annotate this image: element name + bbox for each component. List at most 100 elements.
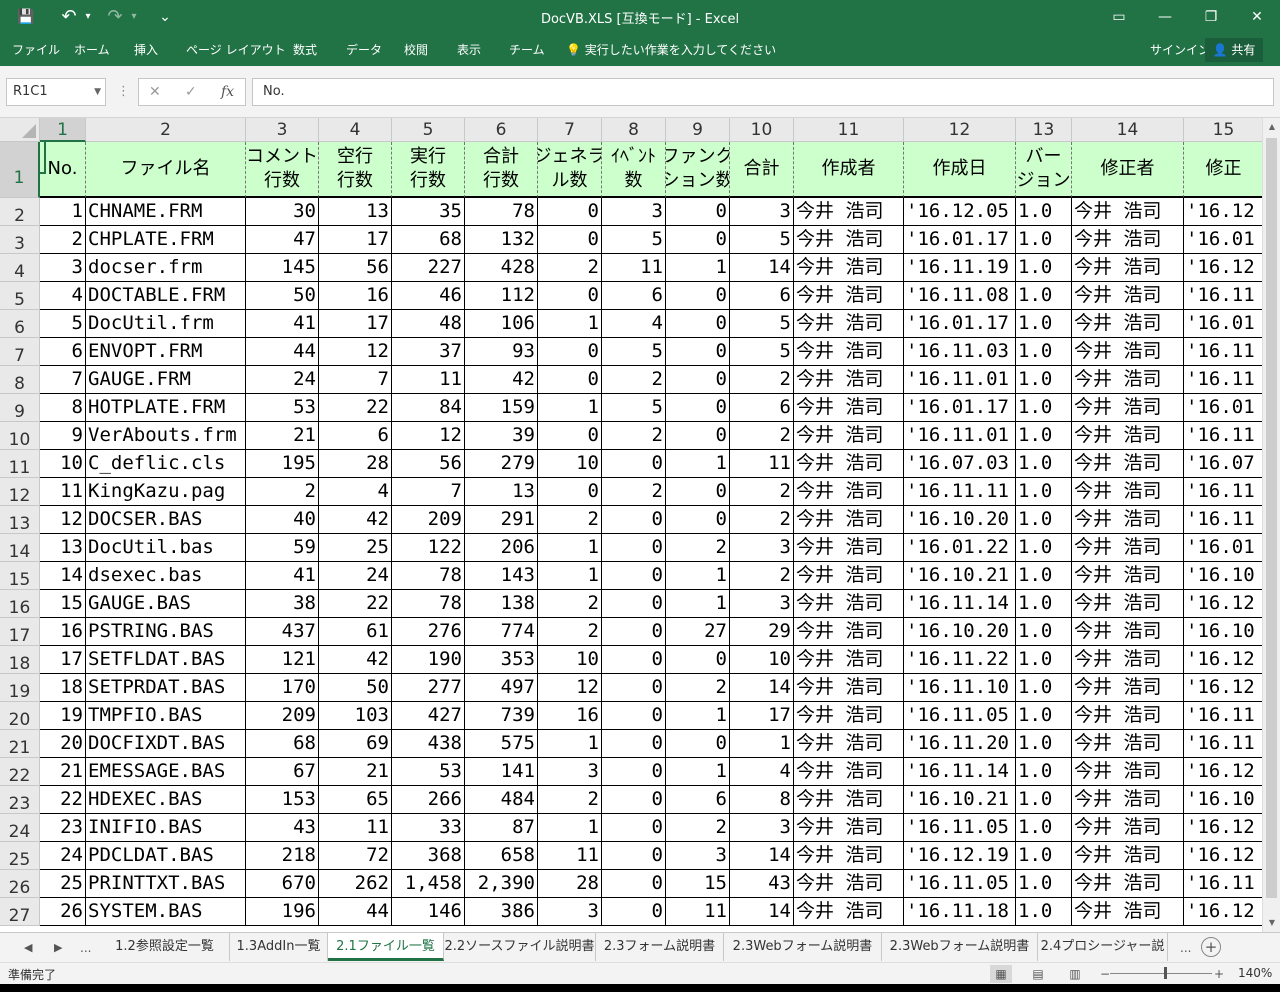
- tab-team[interactable]: チーム: [509, 40, 545, 60]
- table-cell[interactable]: 0: [538, 366, 602, 394]
- table-cell[interactable]: 2: [538, 506, 602, 534]
- table-cell[interactable]: 13: [40, 534, 86, 562]
- table-cell[interactable]: 今井 浩司: [1072, 898, 1184, 926]
- table-cell[interactable]: 56: [392, 450, 465, 478]
- table-cell[interactable]: 1.0: [1016, 254, 1072, 282]
- table-cell[interactable]: 78: [392, 562, 465, 590]
- table-cell[interactable]: 6: [319, 422, 392, 450]
- share-button[interactable]: 👤 共有: [1205, 38, 1263, 62]
- table-cell[interactable]: 今井 浩司: [794, 506, 904, 534]
- table-cell[interactable]: 今井 浩司: [794, 562, 904, 590]
- table-cell[interactable]: 53: [246, 394, 319, 422]
- header-cell[interactable]: バー ジョン: [1016, 142, 1072, 198]
- table-cell[interactable]: DocUtil.bas: [86, 534, 246, 562]
- table-cell[interactable]: 6: [730, 282, 794, 310]
- row-header[interactable]: 8: [0, 366, 40, 394]
- table-cell[interactable]: dsexec.bas: [86, 562, 246, 590]
- page-break-preview-icon[interactable]: ▥: [1064, 965, 1086, 983]
- table-cell[interactable]: 8: [730, 786, 794, 814]
- table-cell[interactable]: 5: [602, 394, 666, 422]
- table-cell[interactable]: 今井 浩司: [1072, 226, 1184, 254]
- table-cell[interactable]: 3: [730, 198, 794, 226]
- header-cell[interactable]: 作成者: [794, 142, 904, 198]
- table-cell[interactable]: 386: [465, 898, 538, 926]
- table-cell[interactable]: 50: [319, 674, 392, 702]
- table-cell[interactable]: 1: [666, 562, 730, 590]
- table-cell[interactable]: 今井 浩司: [1072, 254, 1184, 282]
- table-cell[interactable]: SETFLDAT.BAS: [86, 646, 246, 674]
- table-cell[interactable]: '16.11: [1184, 870, 1262, 898]
- column-header[interactable]: 14: [1072, 118, 1184, 142]
- column-header[interactable]: 2: [86, 118, 246, 142]
- zoom-slider-thumb[interactable]: [1164, 967, 1167, 979]
- tell-me-search[interactable]: 💡 実行したい作業を入力してください: [566, 40, 776, 60]
- table-cell[interactable]: C_deflic.cls: [86, 450, 246, 478]
- prev-sheet-icon[interactable]: ◀: [24, 938, 32, 958]
- table-cell[interactable]: 22: [319, 590, 392, 618]
- row-header[interactable]: 9: [0, 394, 40, 422]
- row-header[interactable]: 22: [0, 758, 40, 786]
- table-cell[interactable]: '16.12: [1184, 842, 1262, 870]
- table-cell[interactable]: 1: [666, 758, 730, 786]
- table-cell[interactable]: '16.10: [1184, 618, 1262, 646]
- table-cell[interactable]: 1.0: [1016, 898, 1072, 926]
- formula-input[interactable]: No.: [252, 78, 1274, 106]
- table-cell[interactable]: 1: [538, 730, 602, 758]
- table-cell[interactable]: 1.0: [1016, 590, 1072, 618]
- column-header[interactable]: 12: [904, 118, 1016, 142]
- sheet-tab[interactable]: 2.3Webフォーム説明書: [724, 933, 882, 961]
- table-cell[interactable]: '16.10.21: [904, 786, 1016, 814]
- table-cell[interactable]: '16.01: [1184, 226, 1262, 254]
- table-cell[interactable]: 170: [246, 674, 319, 702]
- table-cell[interactable]: 277: [392, 674, 465, 702]
- table-cell[interactable]: 159: [465, 394, 538, 422]
- table-cell[interactable]: '16.11.10: [904, 674, 1016, 702]
- table-cell[interactable]: 今井 浩司: [794, 870, 904, 898]
- table-cell[interactable]: 2: [730, 562, 794, 590]
- row-header[interactable]: 2: [0, 198, 40, 226]
- table-cell[interactable]: 0: [666, 730, 730, 758]
- table-cell[interactable]: 10: [730, 646, 794, 674]
- table-cell[interactable]: 21: [319, 758, 392, 786]
- table-cell[interactable]: 今井 浩司: [794, 646, 904, 674]
- table-cell[interactable]: docser.frm: [86, 254, 246, 282]
- tab-file[interactable]: ファイル: [12, 40, 60, 60]
- table-cell[interactable]: 2: [602, 422, 666, 450]
- table-cell[interactable]: 35: [392, 198, 465, 226]
- table-cell[interactable]: 44: [319, 898, 392, 926]
- table-cell[interactable]: 今井 浩司: [1072, 506, 1184, 534]
- table-cell[interactable]: 1: [666, 254, 730, 282]
- table-cell[interactable]: 195: [246, 450, 319, 478]
- table-cell[interactable]: 0: [666, 198, 730, 226]
- insert-function-icon[interactable]: fx: [221, 79, 234, 105]
- table-cell[interactable]: 27: [666, 618, 730, 646]
- table-cell[interactable]: 59: [246, 534, 319, 562]
- table-cell[interactable]: '16.12: [1184, 814, 1262, 842]
- sign-in-link[interactable]: サインイン: [1150, 40, 1210, 60]
- table-cell[interactable]: 0: [602, 646, 666, 674]
- table-cell[interactable]: 1: [538, 394, 602, 422]
- table-cell[interactable]: 29: [730, 618, 794, 646]
- table-cell[interactable]: PDCLDAT.BAS: [86, 842, 246, 870]
- table-cell[interactable]: 今井 浩司: [794, 478, 904, 506]
- table-cell[interactable]: '16.11: [1184, 338, 1262, 366]
- table-cell[interactable]: 1.0: [1016, 506, 1072, 534]
- table-cell[interactable]: 今井 浩司: [794, 422, 904, 450]
- zoom-level[interactable]: 140%: [1238, 966, 1272, 980]
- table-cell[interactable]: '16.11: [1184, 478, 1262, 506]
- table-cell[interactable]: 3: [538, 898, 602, 926]
- table-cell[interactable]: 14: [40, 562, 86, 590]
- table-cell[interactable]: 262: [319, 870, 392, 898]
- header-cell[interactable]: 実行 行数: [392, 142, 465, 198]
- table-cell[interactable]: 25: [40, 870, 86, 898]
- table-cell[interactable]: 72: [319, 842, 392, 870]
- more-sheets-right[interactable]: ...: [1180, 938, 1191, 958]
- table-cell[interactable]: 353: [465, 646, 538, 674]
- table-cell[interactable]: '16.07.03: [904, 450, 1016, 478]
- table-cell[interactable]: 5: [730, 226, 794, 254]
- table-cell[interactable]: 266: [392, 786, 465, 814]
- table-cell[interactable]: 30: [246, 198, 319, 226]
- table-cell[interactable]: PRINTTXT.BAS: [86, 870, 246, 898]
- table-cell[interactable]: 今井 浩司: [794, 366, 904, 394]
- table-cell[interactable]: 78: [392, 590, 465, 618]
